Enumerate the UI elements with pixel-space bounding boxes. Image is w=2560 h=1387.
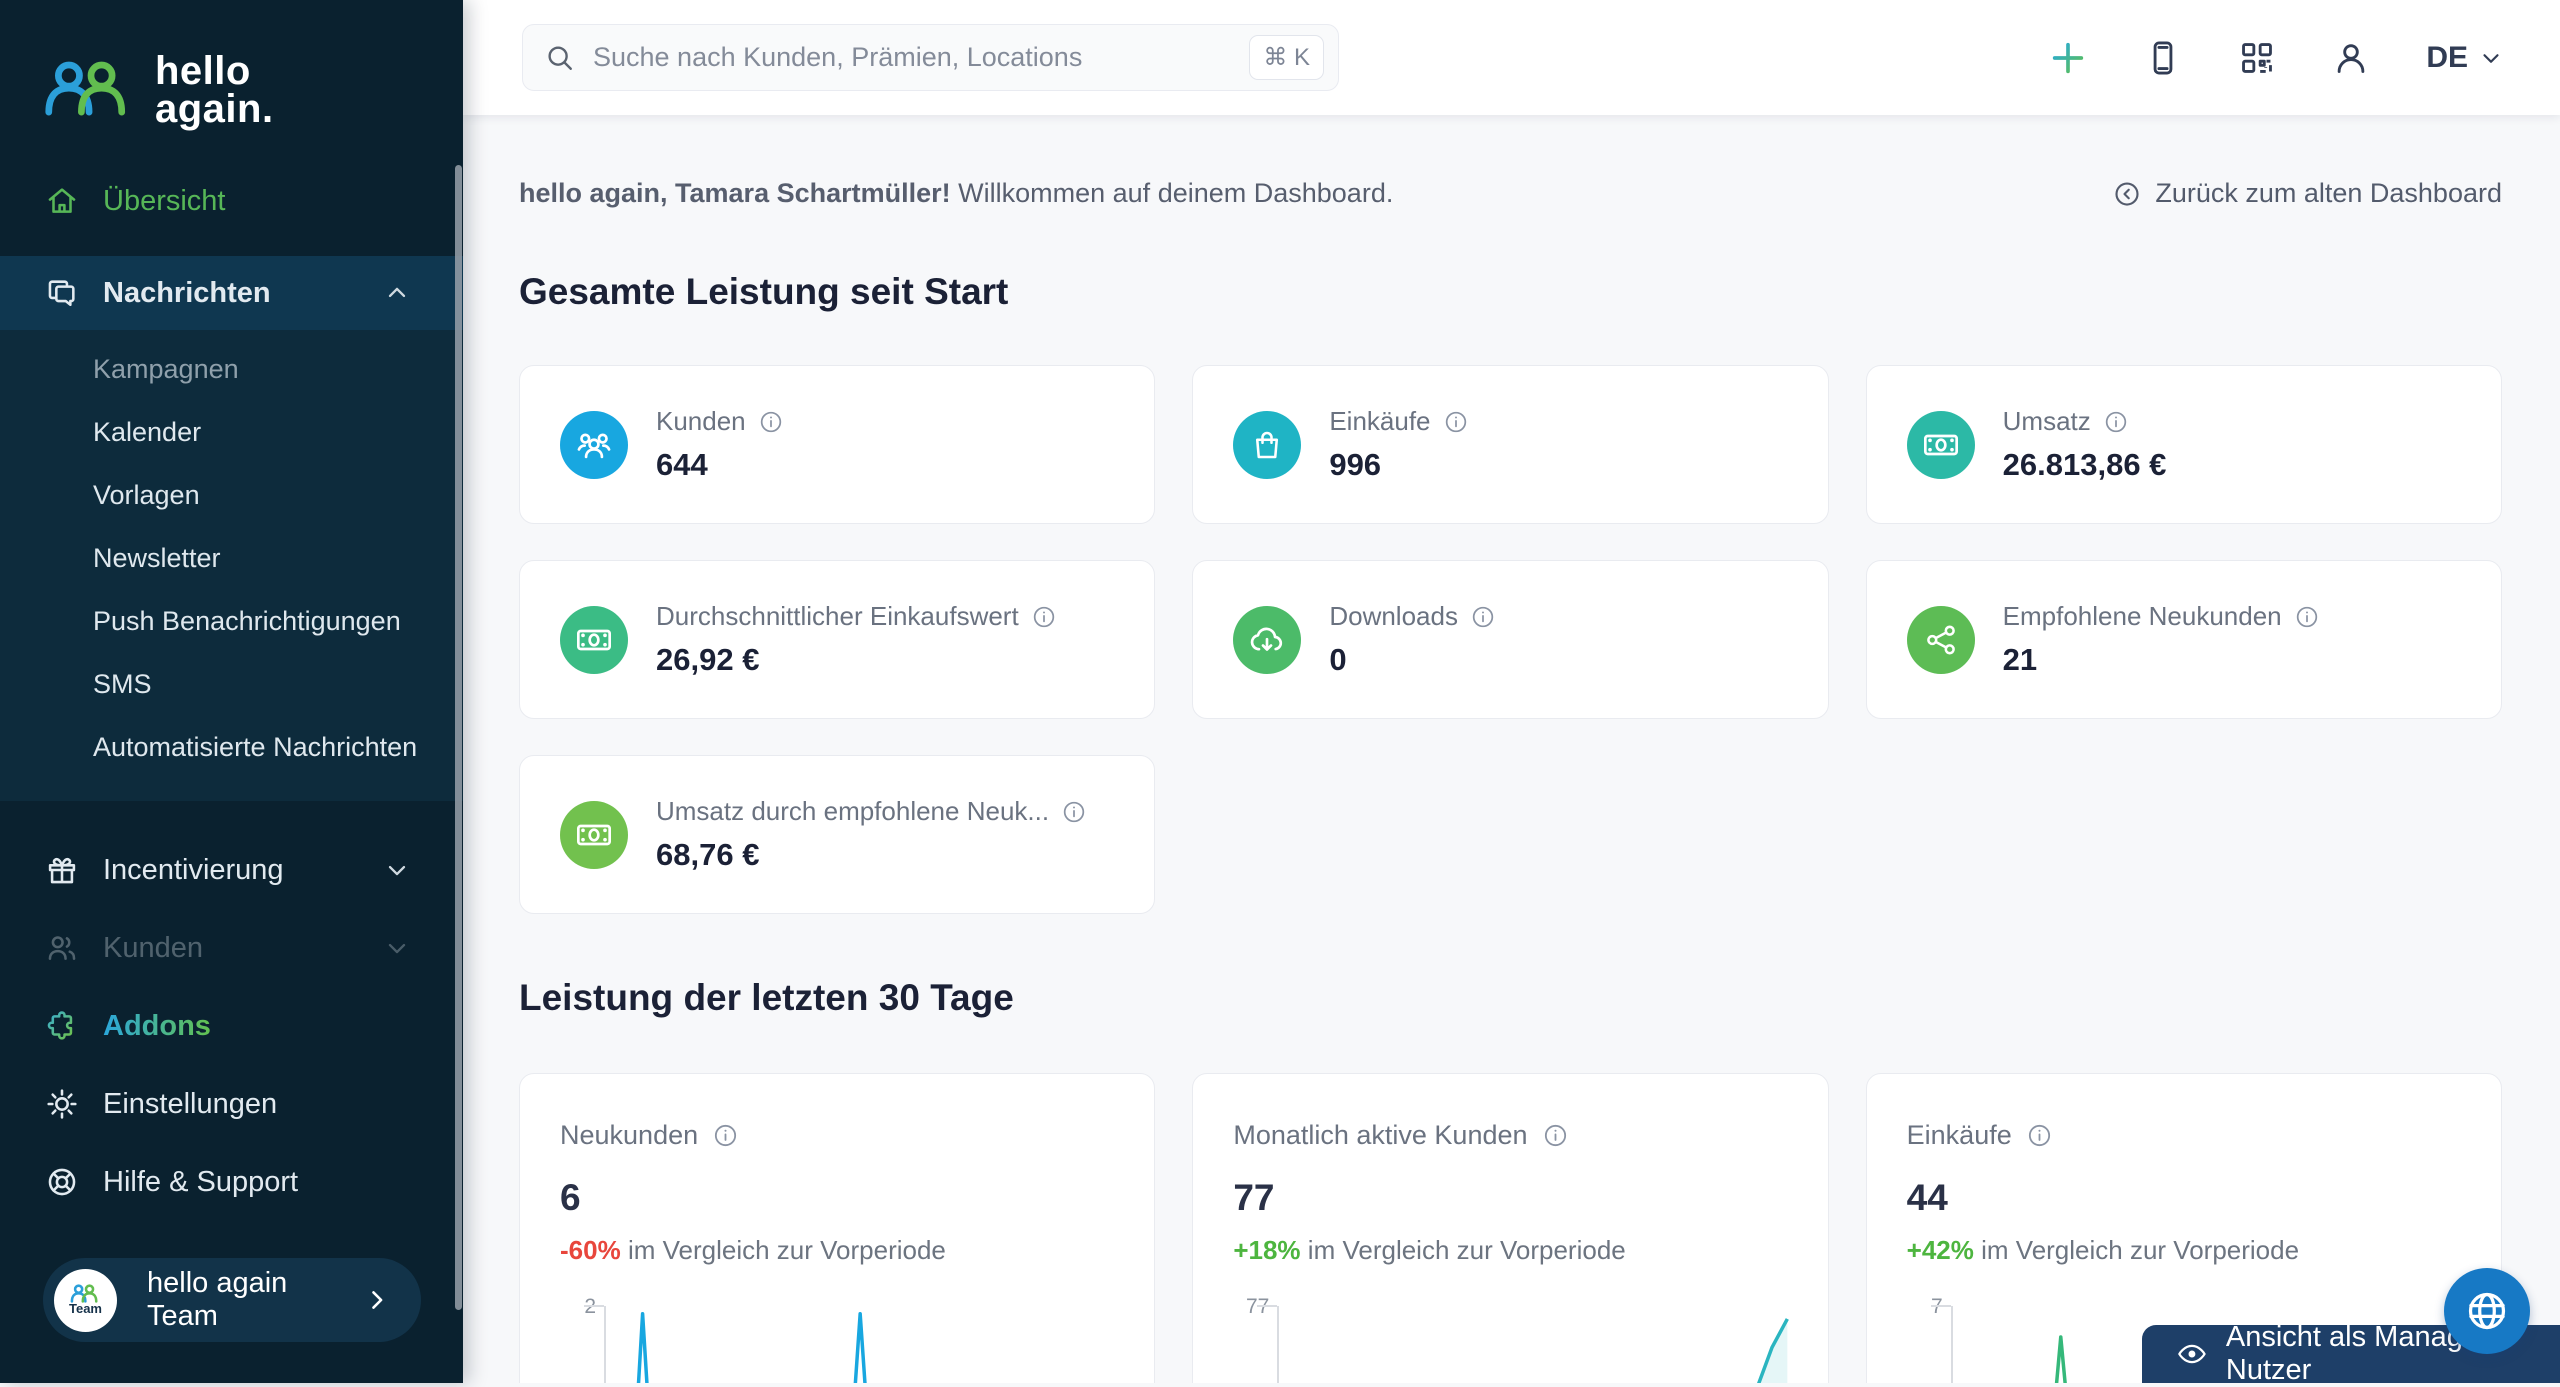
gift-icon (45, 853, 79, 887)
chevron-up-icon (383, 279, 411, 307)
y-axis-label: 7 (1907, 1295, 1951, 1383)
eye-icon (2176, 1337, 2208, 1371)
users-group-icon (575, 426, 613, 464)
sparkline-chart (604, 1306, 1114, 1383)
info-icon[interactable] (2294, 604, 2320, 630)
app-logo[interactable]: hello again. (43, 52, 463, 128)
stat-card-umsatz[interactable]: Umsatz 26.813,86 € (1866, 365, 2502, 524)
user-icon (2332, 39, 2370, 77)
smartphone-icon (2144, 39, 2182, 77)
language-selector[interactable]: DE (2426, 41, 2504, 75)
sidebar-item-hilfe-support[interactable]: Hilfe & Support (0, 1152, 463, 1212)
dashboard-content: hello again, Tamara Schartmüller! Willko… (463, 115, 2560, 1383)
info-icon[interactable] (1031, 604, 1057, 630)
lifebuoy-icon (45, 1165, 79, 1199)
team-avatar: Team (54, 1269, 117, 1332)
delta-text: +42% im Vergleich zur Vorperiode (1907, 1235, 2461, 1266)
cloud-download-icon (1247, 620, 1287, 660)
sidebar: hello again. Übersicht Nachrichten Kampa… (0, 0, 463, 1383)
global-search[interactable]: ⌘ K (522, 24, 1339, 91)
stat-card-kunden[interactable]: Kunden 644 (519, 365, 1155, 524)
info-icon[interactable] (758, 409, 784, 435)
info-icon[interactable] (2026, 1122, 2053, 1149)
chevron-down-icon (383, 934, 411, 962)
users-icon (45, 931, 79, 965)
language-globe-button[interactable] (2444, 1268, 2530, 1354)
account-button[interactable] (2332, 39, 2370, 77)
plus-icon (2048, 38, 2088, 78)
search-input[interactable] (593, 42, 1231, 73)
puzzle-icon (45, 1009, 79, 1043)
sparkline-chart (1277, 1306, 1787, 1383)
qr-code-button[interactable] (2238, 39, 2276, 77)
chart-card-monatlich-aktive-kunden[interactable]: Monatlich aktive Kunden 77 +18% im Vergl… (1192, 1073, 1828, 1383)
y-axis-label: 77 (1233, 1295, 1277, 1383)
chat-icon (45, 276, 79, 310)
y-axis-label: 2 (560, 1295, 604, 1383)
globe-icon (2464, 1288, 2510, 1334)
team-switcher[interactable]: Team hello again Team (43, 1258, 421, 1342)
delta-text: -60% im Vergleich zur Vorperiode (560, 1235, 1114, 1266)
logo-people-icon (43, 59, 139, 121)
sidebar-subitem-kalender[interactable]: Kalender (0, 401, 463, 464)
sidebar-subitem-vorlagen[interactable]: Vorlagen (0, 464, 463, 527)
stat-card-downloads[interactable]: Downloads 0 (1192, 560, 1828, 719)
chevron-down-icon (383, 856, 411, 884)
sidebar-subitem-automatisierte[interactable]: Automatisierte Nachrichten (0, 716, 463, 779)
sidebar-scrollbar[interactable] (455, 165, 462, 1310)
share-icon (1923, 622, 1959, 658)
qr-code-icon (2238, 39, 2276, 77)
chevron-right-icon (363, 1286, 391, 1314)
main-area: ⌘ K DE (463, 0, 2560, 1383)
mobile-preview-button[interactable] (2144, 39, 2182, 77)
greeting-text: hello again, Tamara Schartmüller! Willko… (519, 178, 1393, 209)
sidebar-subitem-newsletter[interactable]: Newsletter (0, 527, 463, 590)
sidebar-item-addons[interactable]: Addons (0, 996, 463, 1056)
info-icon[interactable] (1470, 604, 1496, 630)
chevron-down-icon (2478, 45, 2504, 71)
sidebar-subitem-sms[interactable]: SMS (0, 653, 463, 716)
banknote-icon (1921, 425, 1961, 465)
banknote-icon (574, 620, 614, 660)
circle-chevron-left-icon (2112, 179, 2142, 209)
logo-text: hello again. (155, 52, 274, 128)
sidebar-item-incentivierung[interactable]: Incentivierung (0, 840, 463, 900)
search-shortcut: ⌘ K (1249, 35, 1324, 80)
sidebar-item-kunden[interactable]: Kunden (0, 918, 463, 978)
info-icon[interactable] (1542, 1122, 1569, 1149)
home-icon (45, 184, 79, 218)
info-icon[interactable] (1443, 409, 1469, 435)
sidebar-section-nachrichten: Nachrichten Kampagnen Kalender Vorlagen … (0, 256, 463, 801)
sidebar-item-nachrichten[interactable]: Nachrichten (0, 256, 463, 330)
chart-card-neukunden[interactable]: Neukunden 6 -60% im Vergleich zur Vorper… (519, 1073, 1155, 1383)
stat-card-durchschnittlicher-einkaufswert[interactable]: Durchschnittlicher Einkaufswert 26,92 € (519, 560, 1155, 719)
add-button[interactable] (2048, 38, 2088, 78)
stat-card-empfohlene-neukunden[interactable]: Empfohlene Neukunden 21 (1866, 560, 2502, 719)
section-title-total: Gesamte Leistung seit Start (519, 271, 2502, 313)
search-icon (545, 43, 575, 73)
topbar: ⌘ K DE (463, 0, 2560, 115)
total-stats-grid: Kunden 644 Einkäufe 996 (519, 365, 2502, 914)
sidebar-subitem-push[interactable]: Push Benachrichtigungen (0, 590, 463, 653)
info-icon[interactable] (2103, 409, 2129, 435)
team-name: hello again Team (147, 1267, 363, 1333)
stat-card-einkaeufe[interactable]: Einkäufe 996 (1192, 365, 1828, 524)
sidebar-subitem-kampagnen[interactable]: Kampagnen (0, 338, 463, 401)
banknote-icon (574, 815, 614, 855)
sidebar-item-einstellungen[interactable]: Einstellungen (0, 1074, 463, 1134)
sidebar-item-uebersicht[interactable]: Übersicht (0, 172, 463, 230)
gear-icon (45, 1087, 79, 1121)
shopping-bag-icon (1249, 427, 1285, 463)
back-to-old-dashboard-link[interactable]: Zurück zum alten Dashboard (2112, 178, 2502, 209)
delta-text: +18% im Vergleich zur Vorperiode (1233, 1235, 1787, 1266)
info-icon[interactable] (1061, 799, 1087, 825)
info-icon[interactable] (712, 1122, 739, 1149)
section-title-last30: Leistung der letzten 30 Tage (519, 977, 2502, 1019)
stat-card-umsatz-empfohlene[interactable]: Umsatz durch empfohlene Neuk... 68,76 € (519, 755, 1155, 914)
